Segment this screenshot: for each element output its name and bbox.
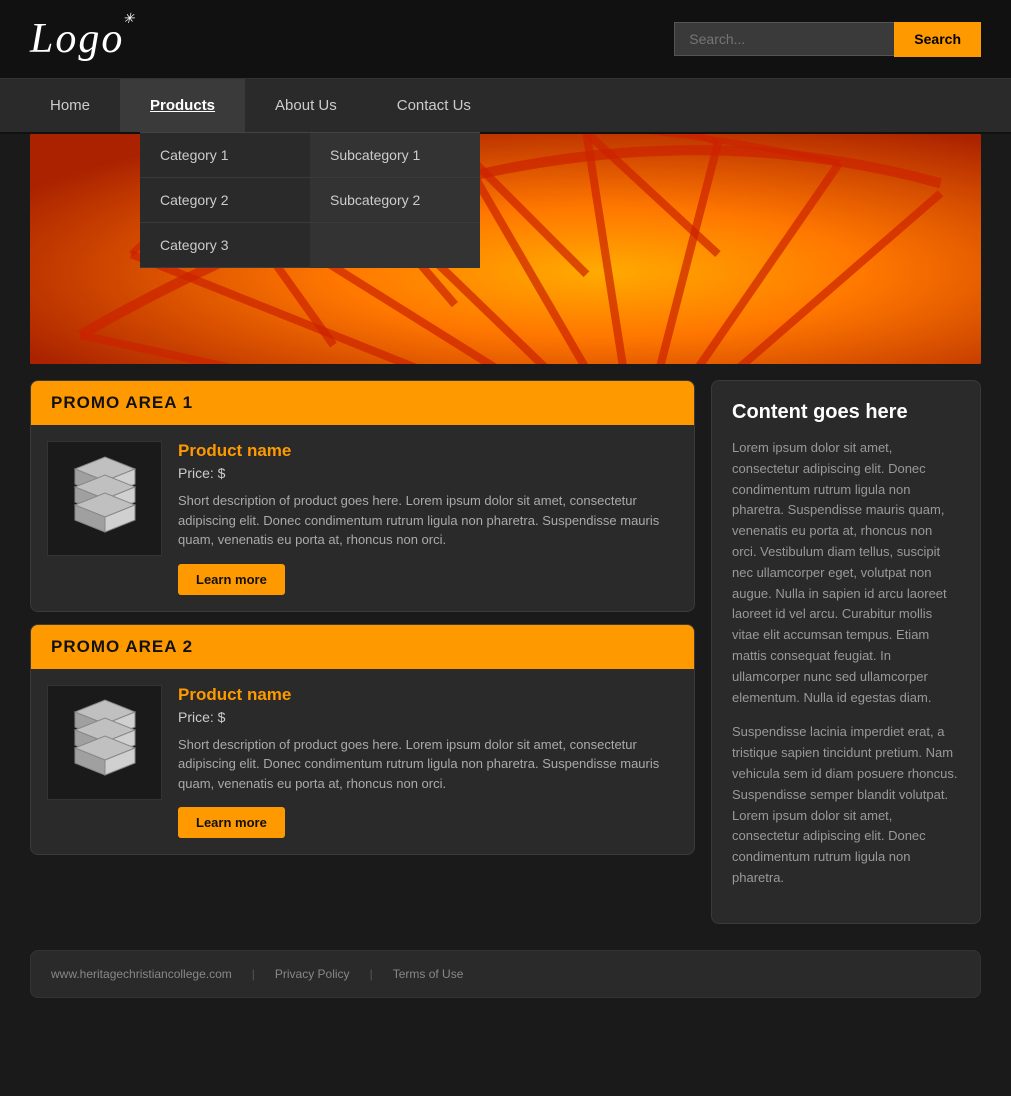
header: Logo✳ Search bbox=[0, 0, 1011, 79]
product1-icon bbox=[47, 441, 162, 556]
logo-area: Logo✳ bbox=[30, 15, 124, 63]
dropdown-menu: Category 1 Category 2 Category 3 Subcate… bbox=[140, 132, 480, 268]
navbar: Home Products About Us Contact Us Catego… bbox=[0, 79, 1011, 134]
dropdown-item-cat1[interactable]: Category 1 bbox=[140, 133, 310, 178]
footer-link-terms[interactable]: Terms of Use bbox=[393, 967, 464, 981]
stacked-layers-icon bbox=[60, 454, 150, 544]
promo1-title: PROMO AREA 1 bbox=[51, 393, 193, 412]
main-content: PROMO AREA 1 bbox=[0, 364, 1011, 940]
sidebar-item-about[interactable]: About Us bbox=[245, 79, 367, 132]
promo1-product-desc: Short description of product goes here. … bbox=[178, 491, 678, 550]
sidebar-para1: Lorem ipsum dolor sit amet, consectetur … bbox=[732, 438, 960, 708]
sidebar-item-home[interactable]: Home bbox=[20, 79, 120, 132]
search-area: Search bbox=[674, 22, 981, 57]
nav-link-about[interactable]: About Us bbox=[245, 79, 367, 132]
search-button[interactable]: Search bbox=[894, 22, 981, 57]
promo2-product-info: Product name Price: $ Short description … bbox=[178, 685, 678, 839]
sidebar-item-products[interactable]: Products bbox=[120, 79, 245, 132]
logo-label: Logo bbox=[30, 16, 124, 62]
promo1-product-name: Product name bbox=[178, 441, 678, 461]
left-column: PROMO AREA 1 bbox=[30, 380, 695, 924]
sidebar-para2: Suspendisse lacinia imperdiet erat, a tr… bbox=[732, 722, 960, 888]
footer-link-privacy[interactable]: Privacy Policy bbox=[275, 967, 350, 981]
search-input[interactable] bbox=[674, 22, 894, 56]
dropdown-item-subcat2[interactable]: Subcategory 2 bbox=[310, 178, 480, 223]
footer-link-website[interactable]: www.heritagechristiancollege.com bbox=[51, 967, 232, 981]
logo-star-icon: ✳ bbox=[123, 11, 137, 28]
dropdown-item-subcat1[interactable]: Subcategory 1 bbox=[310, 133, 480, 178]
promo1-learn-more-button[interactable]: Learn more bbox=[178, 564, 285, 595]
promo2-header: PROMO AREA 2 bbox=[31, 625, 694, 669]
dropdown-col2: Subcategory 1 Subcategory 2 bbox=[310, 132, 480, 268]
stacked-layers-icon-2 bbox=[60, 697, 150, 787]
dropdown-item-cat2[interactable]: Category 2 bbox=[140, 178, 310, 223]
promo-area-2: PROMO AREA 2 bbox=[30, 624, 695, 856]
dropdown-col1: Category 1 Category 2 Category 3 bbox=[140, 132, 310, 268]
logo: Logo✳ bbox=[30, 15, 124, 63]
promo2-product-name: Product name bbox=[178, 685, 678, 705]
sidebar-item-contact[interactable]: Contact Us bbox=[367, 79, 501, 132]
promo1-body: Product name Price: $ Short description … bbox=[31, 425, 694, 611]
promo2-title: PROMO AREA 2 bbox=[51, 637, 193, 656]
promo2-product-desc: Short description of product goes here. … bbox=[178, 735, 678, 794]
footer: www.heritagechristiancollege.com | Priva… bbox=[30, 950, 981, 998]
promo1-header: PROMO AREA 1 bbox=[31, 381, 694, 425]
promo1-product-price: Price: $ bbox=[178, 465, 678, 481]
promo1-product-info: Product name Price: $ Short description … bbox=[178, 441, 678, 595]
promo2-learn-more-button[interactable]: Learn more bbox=[178, 807, 285, 838]
dropdown-item-cat3[interactable]: Category 3 bbox=[140, 223, 310, 268]
promo-area-1: PROMO AREA 1 bbox=[30, 380, 695, 612]
right-column: Content goes here Lorem ipsum dolor sit … bbox=[711, 380, 981, 924]
nav-link-products[interactable]: Products bbox=[120, 79, 245, 132]
promo2-body: Product name Price: $ Short description … bbox=[31, 669, 694, 855]
nav-link-contact[interactable]: Contact Us bbox=[367, 79, 501, 132]
nav-link-home[interactable]: Home bbox=[20, 79, 120, 132]
nav-list: Home Products About Us Contact Us bbox=[0, 79, 1011, 132]
product2-icon bbox=[47, 685, 162, 800]
promo2-product-price: Price: $ bbox=[178, 709, 678, 725]
sidebar-title: Content goes here bbox=[732, 401, 960, 424]
